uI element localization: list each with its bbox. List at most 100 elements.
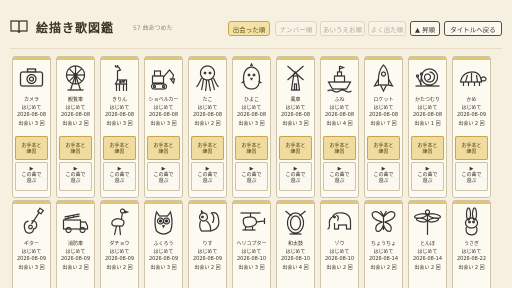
helicopter-icon [240, 212, 266, 231]
song-card: カメラ はじめて 2026-08-08 出会い 3 回 お手本と 練習 ▶ この曲で… [12, 56, 51, 198]
meet-count: 出会い 2 回 [414, 265, 441, 271]
camera-icon [19, 68, 44, 87]
meet-count: 出会い 3 回 [238, 121, 265, 127]
first-met-date: 2026-08-14 [368, 256, 399, 262]
play-button[interactable]: ▶ この曲で 遊ぶ [235, 162, 268, 191]
practice-button[interactable]: お手本と 練習 [235, 136, 268, 160]
practice-button[interactable]: お手本と 練習 [15, 136, 48, 160]
song-name: うさぎ [463, 241, 479, 247]
order-toggle-button[interactable]: ▲ 昇順 [410, 21, 440, 36]
play-button[interactable]: ▶ この曲で 遊ぶ [147, 162, 180, 191]
first-met-date: 2026-08-09 [148, 256, 179, 262]
song-card: りす はじめて 2026-08-09 出会い 2 回 [188, 200, 227, 288]
song-card: たこ はじめて 2026-08-08 出会い 2 回 お手本と 練習 ▶ この曲で遊… [188, 56, 227, 198]
octopus-icon [196, 65, 219, 92]
song-name: りす [202, 241, 213, 247]
song-card: きりん はじめて 2026-08-08 出会い 3 回 お手本と 練習 ▶ この曲で… [100, 56, 139, 198]
butterfly-icon [371, 210, 396, 232]
meet-count: 出会い 3 回 [106, 121, 133, 127]
practice-button[interactable]: お手本と 練習 [191, 136, 224, 160]
meet-count: 出会い 2 回 [458, 265, 485, 271]
song-card: ロケット はじめて 2026-08-08 出会い 7 回 お手本と 練習 ▶ この曲… [364, 56, 403, 198]
song-card: ひよこ はじめて 2026-08-08 出会い 3 回 お手本と 練習 ▶ この曲で… [232, 56, 271, 198]
song-card: かたつむり はじめて 2026-08-08 出会い 1 回 お手本と 練習 ▶ この… [408, 56, 447, 198]
practice-button[interactable]: お手本と 練習 [455, 136, 488, 160]
play-button[interactable]: ▶ この曲で 遊ぶ [191, 162, 224, 191]
first-met-label: はじめて [417, 105, 438, 111]
back-to-title-button[interactable]: タイトルへ戻る [444, 21, 502, 36]
practice-button[interactable]: お手本と 練習 [103, 136, 136, 160]
song-card: ダチョウ はじめて 2026-08-09 出会い 2 回 [100, 200, 139, 288]
song-name: ふくろう [153, 241, 174, 247]
first-met-label: はじめて [329, 105, 350, 111]
first-met-date: 2026-08-08 [16, 112, 47, 118]
practice-button[interactable]: お手本と 練習 [323, 136, 356, 160]
first-met-date: 2026-08-09 [456, 112, 487, 118]
song-name: ロケット [373, 97, 394, 103]
play-button[interactable]: ▶ この曲で 遊ぶ [15, 162, 48, 191]
excavator-icon [150, 69, 176, 90]
first-met-label: はじめて [65, 105, 86, 111]
squirrel-icon [198, 209, 220, 232]
meet-count: 出会い 4 回 [282, 265, 309, 271]
first-met-date: 2026-08-10 [324, 256, 355, 262]
first-met-label: はじめて [197, 105, 218, 111]
song-card: 風車 はじめて 2026-08-08 出会い 3 回 お手本と 練習 ▶ この曲で遊… [276, 56, 315, 198]
play-button[interactable]: ▶ この曲で 遊ぶ [103, 162, 136, 191]
meet-count: 出会い 3 回 [18, 265, 45, 271]
meet-count: 出会い 3 回 [150, 265, 177, 271]
first-met-label: はじめて [329, 249, 350, 255]
first-met-label: はじめて [373, 249, 394, 255]
meet-count: 出会い 2 回 [458, 121, 485, 127]
header-bar: 絵描き歌図鑑 57 曲あつめた 出会った順 ナンバー順 あいうえお順 よく出た順… [0, 0, 512, 56]
first-met-label: はじめて [197, 249, 218, 255]
play-button[interactable]: ▶ この曲で 遊ぶ [323, 162, 356, 191]
play-button[interactable]: ▶ この曲で 遊ぶ [455, 162, 488, 191]
first-met-label: はじめて [417, 249, 438, 255]
song-name: かめ [466, 97, 477, 103]
song-name: ゾウ [334, 241, 345, 247]
play-button[interactable]: ▶ この曲で 遊ぶ [367, 162, 400, 191]
song-card: 観覧車 はじめて 2026-08-08 出会い 2 回 お手本と 練習 ▶ この曲で… [56, 56, 95, 198]
first-met-date: 2026-08-10 [236, 256, 267, 262]
song-name: ひよこ [243, 97, 259, 103]
collected-count: 57 曲あつめた [133, 25, 173, 32]
giraffe-icon [114, 65, 128, 91]
song-name: 観覧車 [67, 97, 83, 103]
play-button[interactable]: ▶ この曲で 遊ぶ [59, 162, 92, 191]
first-met-date: 2026-08-08 [236, 112, 267, 118]
practice-button[interactable]: お手本と 練習 [147, 136, 180, 160]
sort-by-number-button[interactable]: ナンバー順 [275, 21, 317, 36]
page-title: 絵描き歌図鑑 [36, 21, 115, 35]
play-button[interactable]: ▶ この曲で 遊ぶ [279, 162, 312, 191]
play-button[interactable]: ▶ この曲で 遊ぶ [411, 162, 444, 191]
song-name: ギター [23, 241, 39, 247]
meet-count: 出会い 2 回 [62, 265, 89, 271]
song-card: ふね はじめて 2026-08-08 出会い 4 回 お手本と 練習 ▶ この曲で遊… [320, 56, 359, 198]
meet-count: 出会い 2 回 [194, 121, 221, 127]
song-card: ヘリコプター はじめて 2026-08-10 出会い 3 回 [232, 200, 271, 288]
song-name: ダチョウ [109, 241, 130, 247]
rocket-icon [373, 64, 394, 93]
owl-icon [154, 210, 173, 235]
sort-by-kana-button[interactable]: あいうえお順 [320, 21, 365, 36]
dragonfly-icon [413, 209, 442, 235]
sort-by-met-button[interactable]: 出会った順 [228, 21, 270, 36]
meet-count: 出会い 2 回 [370, 265, 397, 271]
meet-count: 出会い 3 回 [238, 265, 265, 271]
first-met-date: 2026-08-09 [104, 256, 135, 262]
first-met-label: はじめて [21, 249, 42, 255]
practice-button[interactable]: お手本と 練習 [367, 136, 400, 160]
windmill-icon [287, 65, 304, 91]
first-met-label: はじめて [461, 249, 482, 255]
first-met-label: はじめて [65, 249, 86, 255]
first-met-date: 2026-08-08 [60, 112, 91, 118]
practice-button[interactable]: お手本と 練習 [279, 136, 312, 160]
song-name: とんぼ [419, 241, 435, 247]
first-met-date: 2026-08-10 [280, 256, 311, 262]
sort-by-frequency-button[interactable]: よく出た順 [368, 21, 406, 36]
practice-button[interactable]: お手本と 練習 [411, 136, 444, 160]
song-name: かたつむり [414, 97, 440, 103]
practice-button[interactable]: お手本と 練習 [59, 136, 92, 160]
first-met-label: はじめて [153, 105, 174, 111]
